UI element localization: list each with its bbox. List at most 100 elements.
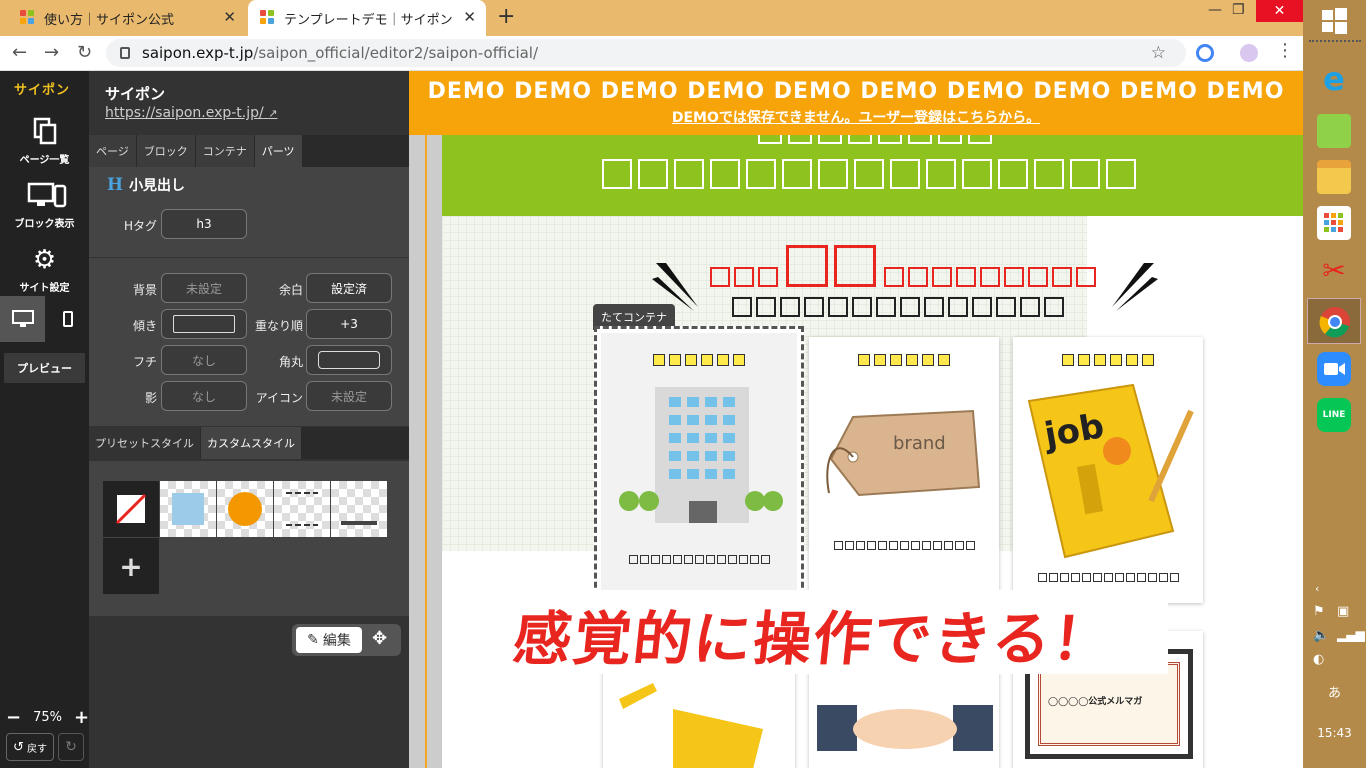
chrome-taskbar-item[interactable] [1307,298,1361,344]
swatch-orange-circle[interactable] [217,481,273,537]
canvas-guide-line [425,134,427,768]
notes-icon[interactable] [1317,114,1351,148]
signal-icon[interactable]: ▂▄▆ [1337,628,1365,642]
clock[interactable]: 15:43 [1303,726,1366,740]
preview-button[interactable]: プレビュー [4,353,85,383]
snipping-tool-icon[interactable]: ✂ [1317,254,1351,288]
edit-toolbar: ✎ 編集 ✥ [292,624,401,656]
shadow-label: 影 [144,391,157,405]
shadow-button[interactable]: なし [161,381,247,411]
restore-icon[interactable]: ❐ [1232,2,1245,18]
close-tab-icon[interactable]: ✕ [463,8,476,26]
windows-start-icon[interactable] [1317,4,1351,38]
saipon-favicon-icon [260,10,276,26]
border-button[interactable]: なし [161,345,247,375]
tab-preset-style[interactable]: プリセットスタイル [89,427,200,459]
tab-block[interactable]: ブロック [136,135,195,167]
taskbar-gripper [1309,40,1361,48]
tab-custom-style[interactable]: カスタムスタイル [201,427,301,459]
zoom-in-icon[interactable]: + [74,707,89,728]
catch-heading-red[interactable] [710,245,1102,291]
forward-icon[interactable]: → [44,42,59,63]
saipon-logo: サイポン [14,83,71,98]
tab-page[interactable]: ページ [89,135,136,167]
menu-kebab-icon[interactable]: ⋮ [1276,40,1294,61]
catch-subheading[interactable] [732,297,1070,321]
bg-button[interactable]: 未設定 [161,273,247,303]
site-url-link[interactable]: https://saipon.exp-t.jp/ ↗ [105,105,277,121]
chrome-icon [1319,307,1350,338]
apps-grid-icon[interactable] [1317,206,1351,240]
flag-icon[interactable]: ⚑ [1313,604,1325,619]
slogan-text: 感覚的に操作できる！ [509,605,1116,673]
card-job[interactable]: job [1013,337,1203,603]
radius-label: 角丸 [278,355,303,369]
card-building[interactable] [594,326,804,606]
tab-usage[interactable]: 使い方｜サイポン公式 ✕ [8,0,246,36]
no-style-icon [115,493,147,525]
style-swatches: + [103,481,388,595]
section-title-text: 小見出し [129,178,186,194]
reload-icon[interactable]: ↻ [77,42,92,63]
close-tab-icon[interactable]: ✕ [223,8,236,26]
url-path: /saipon_official/editor2/saipon-official… [253,44,539,62]
mailmag-title: ◯◯◯◯公式メルマガ [1048,697,1143,707]
htag-select[interactable]: h3 [161,209,247,239]
heading-icon: H [107,175,124,195]
editor-left-nav: サイポン ページ一覧 ブロック表示 ⚙ サイト設定 プレビュー − 75% + … [0,71,89,768]
radius-button[interactable] [306,345,392,375]
icon-button[interactable]: 未設定 [306,381,392,411]
tray-expand-icon[interactable]: ‹ [1315,582,1319,595]
swatch-underline[interactable] [331,481,387,537]
address-bar[interactable]: saipon.exp-t.jp/saipon_official/editor2/… [106,39,1186,67]
undo-icon: ↺ [13,739,24,755]
line-app-icon[interactable]: LINE [1317,398,1351,432]
move-icon[interactable]: ✥ [372,628,387,649]
margin-button[interactable]: 設定済 [306,273,392,303]
zoom-out-icon[interactable]: − [6,707,21,728]
nav-block-view[interactable]: ブロック表示 [0,181,89,230]
redo-button[interactable]: ↻ [58,733,84,761]
card-caption [597,555,801,567]
tilt-button[interactable] [161,309,247,339]
tilt-preview [173,315,235,333]
desktop-view-button[interactable] [0,296,45,342]
internet-explorer-icon[interactable]: e [1317,62,1351,96]
site-name: サイポン [105,85,166,103]
window-close-icon[interactable]: ✕ [1256,0,1303,22]
card-title [809,351,999,370]
tab-template-demo[interactable]: テンプレートデモ｜サイポン ✕ [248,0,486,36]
swatch-dashed-lines[interactable] [274,481,330,537]
new-tab-icon[interactable]: + [497,4,515,29]
tab-parts[interactable]: パーツ [254,135,302,167]
file-explorer-icon[interactable] [1317,160,1351,194]
swatch-blue-shape[interactable] [160,481,216,537]
browser-tab-bar: 使い方｜サイポン公式 ✕ テンプレートデモ｜サイポン ✕ + — ❐ ✕ [0,0,1303,36]
back-icon[interactable]: ← [12,42,27,63]
tab-container[interactable]: コンテナ [195,135,254,167]
nav-page-list[interactable]: ページ一覧 [0,117,89,166]
zoom-app-icon[interactable] [1317,352,1351,386]
profile-avatar[interactable] [1240,44,1258,62]
ime-indicator[interactable]: あ [1303,682,1366,701]
bookmark-star-icon[interactable]: ☆ [1151,43,1166,63]
mobile-view-button[interactable] [45,296,90,342]
minimize-icon[interactable]: — [1208,2,1222,18]
tab-title: テンプレートデモ｜サイポン [284,12,453,28]
swatch-none[interactable] [103,481,159,537]
add-style-icon[interactable]: + [103,538,159,594]
property-panel: サイポン https://saipon.exp-t.jp/ ↗ ページ ブロック… [89,71,409,768]
zorder-button[interactable]: +3 [306,309,392,339]
zorder-label: 重なり順 [254,319,303,333]
card-brand[interactable]: brand [809,337,999,595]
network-icon[interactable]: ▣ [1337,604,1349,619]
demo-signup-link[interactable]: DEMOでは保存できません。ユーザー登録はこちらから。 [409,107,1303,127]
edit-button[interactable]: ✎ 編集 [296,627,362,653]
speaker-icon[interactable]: ◐ [1313,652,1324,667]
undo-button[interactable]: ↺ 戻す [6,733,54,761]
nav-site-settings[interactable]: ⚙ サイト設定 [0,245,89,294]
demo-banner-text: DEMO DEMO DEMO DEMO DEMO DEMO DEMO DEMO … [427,79,1285,104]
card-title [597,351,801,370]
volume-muted-icon[interactable]: 🔈 [1313,628,1329,643]
extension-icon[interactable] [1196,44,1214,62]
